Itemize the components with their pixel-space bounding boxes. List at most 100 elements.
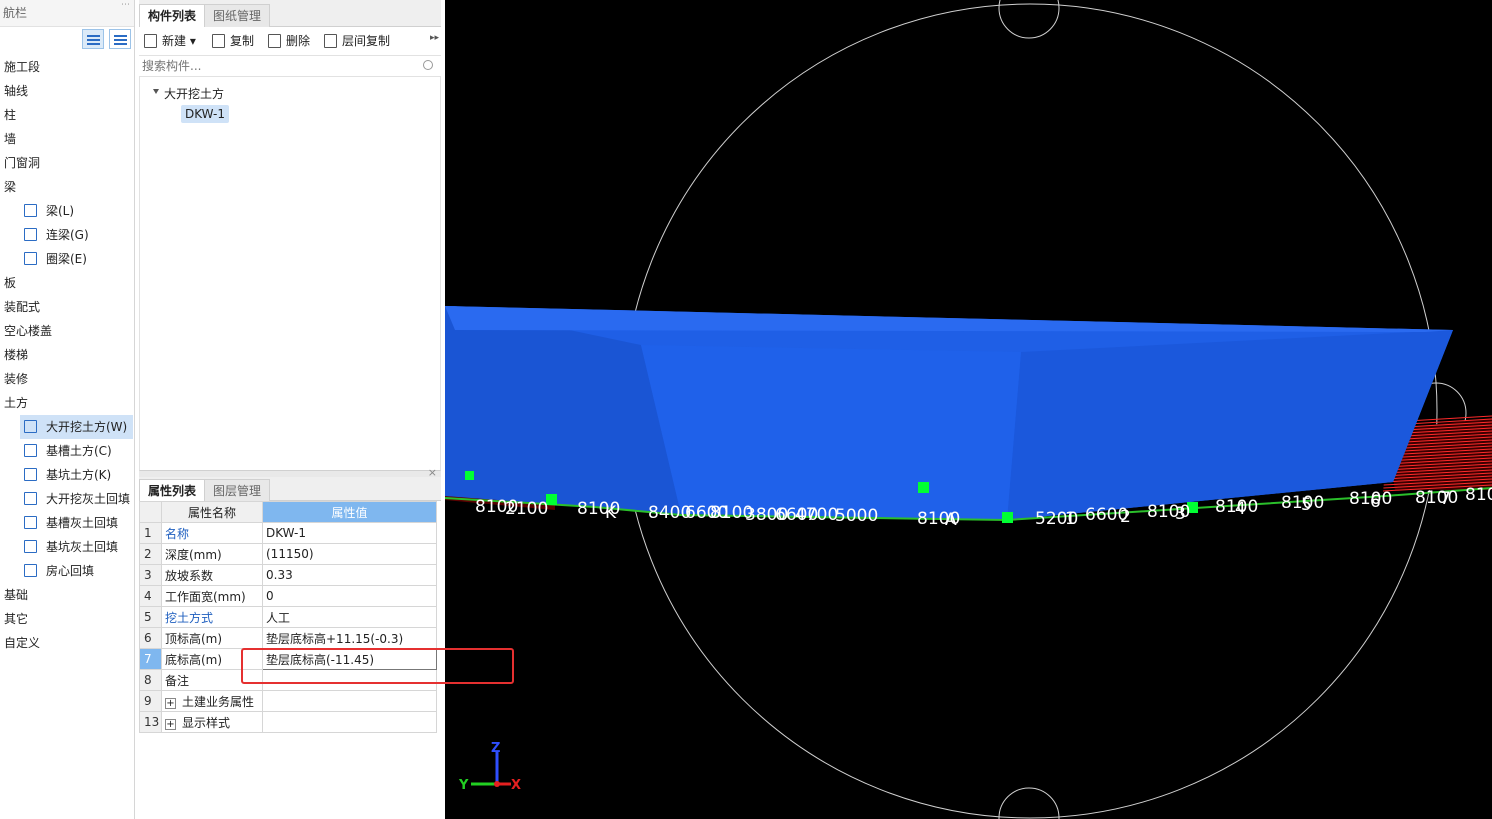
tree-root[interactable]: 大开挖土方	[164, 85, 224, 102]
sidebar-item-16[interactable]: 基槽土方(C)	[0, 439, 134, 463]
marker[interactable]	[465, 471, 474, 480]
sidebar-item-6[interactable]: 梁(L)	[0, 199, 134, 223]
search-input[interactable]	[139, 56, 409, 76]
sidebar-item-1[interactable]: 轴线	[0, 79, 134, 103]
sidebar-item-11[interactable]: 空心楼盖	[0, 319, 134, 343]
property-row[interactable]: 5 挖土方式 人工	[139, 606, 437, 628]
sidebar-item-label: 连梁(G)	[46, 228, 89, 242]
sidebar-item-21[interactable]: 房心回填	[0, 559, 134, 583]
sidebar-item-4[interactable]: 门窗洞	[0, 151, 134, 175]
sidebar-item-22[interactable]: 基础	[0, 583, 134, 607]
sidebar-item-8[interactable]: 圈梁(E)	[0, 247, 134, 271]
sidebar-item-label: 柱	[4, 108, 17, 122]
orbit-handle-bottom[interactable]	[998, 787, 1060, 819]
property-value[interactable]: 0.33	[262, 564, 437, 586]
property-name-label: 备注	[165, 673, 190, 688]
property-name-label: 放坡系数	[165, 568, 214, 583]
row-number: 1	[139, 522, 162, 544]
delete-button[interactable]: 删除	[268, 32, 310, 50]
sidebar-item-19[interactable]: 基槽灰土回填	[0, 511, 134, 535]
tab-drawing-management[interactable]: 图纸管理	[204, 4, 271, 27]
sidebar-item-14[interactable]: 土方	[0, 391, 134, 415]
property-tabbar: 属性列表 图层管理	[139, 477, 441, 501]
component-panel: 构件列表 图纸管理 新建 ▾ 复制 删除 层间复制 ▸▸ 大开挖土方 DKW-1…	[139, 0, 441, 819]
property-value[interactable]: DKW-1	[262, 522, 437, 544]
sidebar-item-label: 楼梯	[4, 348, 29, 362]
copy-button[interactable]: 复制	[212, 32, 254, 50]
property-row[interactable]: 2 深度(mm) (11150)	[139, 543, 437, 565]
property-value[interactable]: 0	[262, 585, 437, 607]
property-value[interactable]: (11150)	[262, 543, 437, 565]
axis-label: 8100	[1465, 485, 1492, 505]
sidebar-item-label: 基础	[4, 588, 29, 602]
property-name: + 土建业务属性	[161, 690, 263, 712]
property-name: 名称	[161, 522, 263, 544]
search-icon[interactable]	[423, 60, 433, 70]
component-type-icon	[24, 492, 37, 505]
property-name: 顶标高(m)	[161, 627, 263, 649]
property-row[interactable]: 3 放坡系数 0.33	[139, 564, 437, 586]
new-icon	[144, 34, 157, 48]
sidebar-item-0[interactable]: 施工段	[0, 55, 134, 79]
expand-caret-icon[interactable]	[153, 89, 159, 94]
marker[interactable]	[918, 482, 929, 493]
cad-viewport[interactable]: 8100 2100 8100 K 8400 6600 8100 3800 6600 4700 500…	[445, 0, 1492, 819]
component-type-icon	[24, 564, 37, 577]
component-tabbar: 构件列表 图纸管理	[139, 0, 441, 27]
sidebar-item-label: 大开挖土方(W)	[46, 420, 128, 434]
detail-view-icon[interactable]	[109, 29, 131, 49]
marker[interactable]	[1002, 512, 1013, 523]
axis-label: 2100	[505, 499, 548, 519]
property-row[interactable]: 6 顶标高(m) 垫层底标高+11.15(-0.3)	[139, 627, 437, 649]
axis-label: 7	[1440, 489, 1451, 509]
cad-canvas[interactable]: 81002100 8100K 840066008100380066004700500…	[445, 0, 1492, 819]
sidebar-item-10[interactable]: 装配式	[0, 295, 134, 319]
expand-plus-icon[interactable]: +	[165, 718, 176, 730]
expand-plus-icon[interactable]: +	[165, 697, 176, 709]
axis-label: 8100	[1415, 488, 1458, 508]
property-name-label: 顶标高(m)	[165, 631, 223, 646]
pin-icon[interactable]: ⋯	[121, 0, 130, 19]
more-icon[interactable]: ▸▸	[430, 33, 439, 43]
floor-copy-button[interactable]: 层间复制	[324, 32, 390, 50]
tab-layer-management[interactable]: 图层管理	[204, 479, 271, 501]
sidebar-item-label: 自定义	[4, 636, 41, 650]
sidebar-item-3[interactable]: 墙	[0, 127, 134, 151]
tab-property-list[interactable]: 属性列表	[139, 479, 206, 501]
component-type-icon	[24, 420, 37, 433]
property-row[interactable]: 1 名称 DKW-1	[139, 522, 437, 544]
corner-cell	[139, 501, 162, 523]
list-view-icon[interactable]	[82, 29, 104, 49]
property-value[interactable]: 人工	[262, 606, 437, 628]
sidebar-item-17[interactable]: 基坑土方(K)	[0, 463, 134, 487]
property-value[interactable]	[262, 711, 437, 733]
sidebar-item-20[interactable]: 基坑灰土回填	[0, 535, 134, 559]
sidebar-item-13[interactable]: 装修	[0, 367, 134, 391]
orbit-handle-top[interactable]	[998, 0, 1060, 39]
sidebar-item-18[interactable]: 大开挖灰土回填	[0, 487, 134, 511]
tree-leaf-dkw1[interactable]: DKW-1	[181, 105, 230, 123]
sidebar-item-24[interactable]: 自定义	[0, 631, 134, 655]
sidebar-item-9[interactable]: 板	[0, 271, 134, 295]
sidebar-item-5[interactable]: 梁	[0, 175, 134, 199]
property-row[interactable]: 13 + 显示样式	[139, 711, 437, 733]
sidebar-item-2[interactable]: 柱	[0, 103, 134, 127]
sidebar-item-15[interactable]: 大开挖土方(W)	[20, 415, 133, 439]
sidebar-item-12[interactable]: 楼梯	[0, 343, 134, 367]
property-name-label: 挖土方式	[165, 610, 214, 625]
sidebar-item-23[interactable]: 其它	[0, 607, 134, 631]
sidebar-item-label: 施工段	[4, 60, 41, 74]
sidebar-item-label: 门窗洞	[4, 156, 41, 170]
sidebar-item-label: 其它	[4, 612, 29, 626]
floor-copy-icon	[324, 34, 337, 48]
component-type-icon	[24, 516, 37, 529]
axis-label: 4700	[795, 505, 838, 525]
new-button[interactable]: 新建 ▾	[144, 32, 196, 50]
property-value[interactable]	[262, 690, 437, 712]
property-row[interactable]: 4 工作面宽(mm) 0	[139, 585, 437, 607]
sidebar-item-7[interactable]: 连梁(G)	[0, 223, 134, 247]
property-row[interactable]: 9 + 土建业务属性	[139, 690, 437, 712]
tab-component-list[interactable]: 构件列表	[139, 4, 206, 27]
property-value[interactable]: 垫层底标高+11.15(-0.3)	[262, 627, 437, 649]
axis-label: 4	[1235, 499, 1246, 519]
